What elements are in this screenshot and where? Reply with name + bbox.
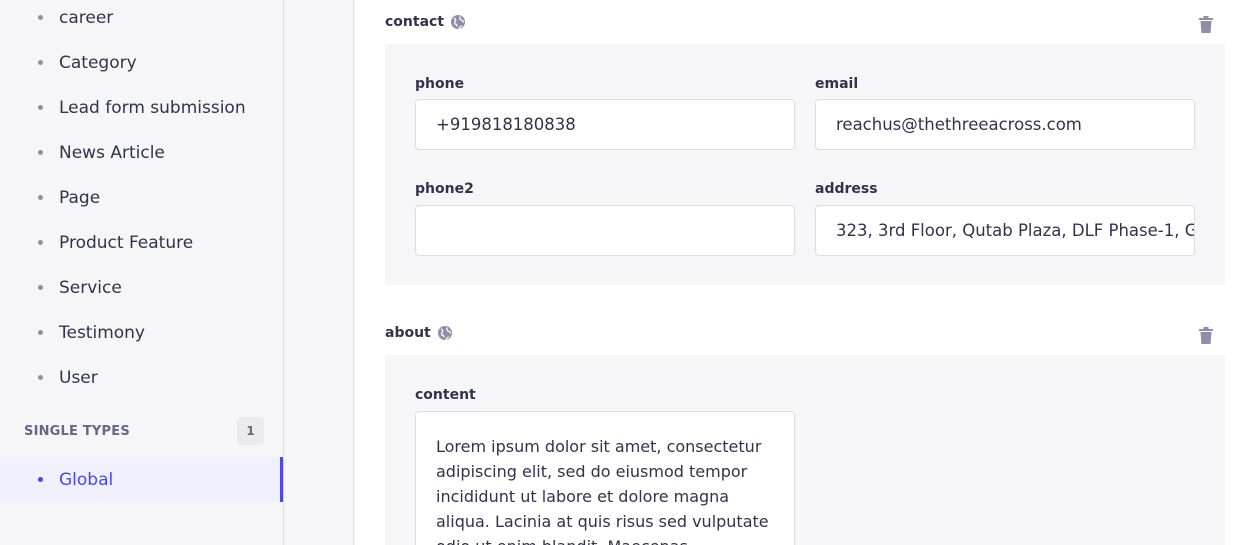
trash-icon[interactable] — [1199, 327, 1213, 344]
sidebar-item-lead-form-submission[interactable]: Lead form submission — [0, 85, 283, 130]
sidebar-item-label: Testimony — [59, 322, 145, 343]
sidebar-item-label: Service — [59, 277, 122, 298]
single-types-header: SINGLE TYPES 1 — [24, 416, 264, 446]
globe-icon — [451, 15, 466, 30]
sidebar-item-label: Category — [59, 52, 137, 73]
phone2-input[interactable] — [415, 205, 795, 256]
section-title: SINGLE TYPES — [24, 423, 130, 439]
sidebar-item-label: User — [59, 367, 98, 388]
component-title: contact — [385, 14, 445, 30]
content-textarea[interactable]: Lorem ipsum dolor sit amet, consectetur … — [415, 411, 795, 545]
edit-view-card: contact phone +919818180838 email reachu… — [355, 0, 1256, 545]
trash-icon[interactable] — [1199, 16, 1213, 33]
bullet-icon — [38, 105, 43, 110]
email-label: email — [815, 76, 859, 92]
phone-label: phone — [415, 76, 465, 92]
content-label: content — [415, 387, 476, 403]
phone-input[interactable]: +919818180838 — [415, 99, 795, 150]
layout-gutter — [284, 0, 354, 545]
content-manager-sidebar: career Category Lead form submission New… — [0, 0, 284, 545]
sidebar-item-label: career — [59, 7, 114, 28]
sidebar-item-label: Lead form submission — [59, 97, 246, 118]
bullet-icon — [38, 15, 43, 20]
sidebar-item-career[interactable]: career — [0, 0, 283, 40]
sidebar-item-label: Global — [59, 469, 114, 490]
bullet-icon — [38, 477, 43, 482]
globe-icon — [437, 326, 452, 341]
bullet-icon — [38, 330, 43, 335]
bullet-icon — [38, 150, 43, 155]
component-title: about — [385, 325, 431, 341]
sidebar-item-user[interactable]: User — [0, 355, 283, 400]
app-root: career Category Lead form submission New… — [0, 0, 1256, 545]
sidebar-item-service[interactable]: Service — [0, 265, 283, 310]
count-badge: 1 — [237, 417, 264, 445]
bullet-icon — [38, 375, 43, 380]
sidebar-item-testimony[interactable]: Testimony — [0, 310, 283, 355]
email-input[interactable]: reachus@thethreeacross.com — [815, 99, 1195, 150]
sidebar-item-global[interactable]: Global — [0, 457, 283, 502]
component-header-contact: contact — [385, 10, 466, 34]
contact-fields-panel: phone +919818180838 email reachus@thethr… — [385, 44, 1225, 285]
sidebar-item-label: Product Feature — [59, 232, 194, 253]
address-input[interactable]: 323, 3rd Floor, Qutab Plaza, DLF Phase-1… — [815, 205, 1195, 256]
bullet-icon — [38, 285, 43, 290]
sidebar-item-page[interactable]: Page — [0, 175, 283, 220]
component-header-about: about — [385, 321, 453, 345]
address-label: address — [815, 181, 878, 197]
sidebar-item-category[interactable]: Category — [0, 40, 283, 85]
sidebar-item-product-feature[interactable]: Product Feature — [0, 220, 283, 265]
bullet-icon — [38, 240, 43, 245]
bullet-icon — [38, 195, 43, 200]
phone2-label: phone2 — [415, 181, 474, 197]
sidebar-item-news-article[interactable]: News Article — [0, 130, 283, 175]
bullet-icon — [38, 60, 43, 65]
sidebar-item-label: Page — [59, 187, 101, 208]
sidebar-item-label: News Article — [59, 142, 165, 163]
about-fields-panel: content Lorem ipsum dolor sit amet, cons… — [385, 355, 1225, 545]
